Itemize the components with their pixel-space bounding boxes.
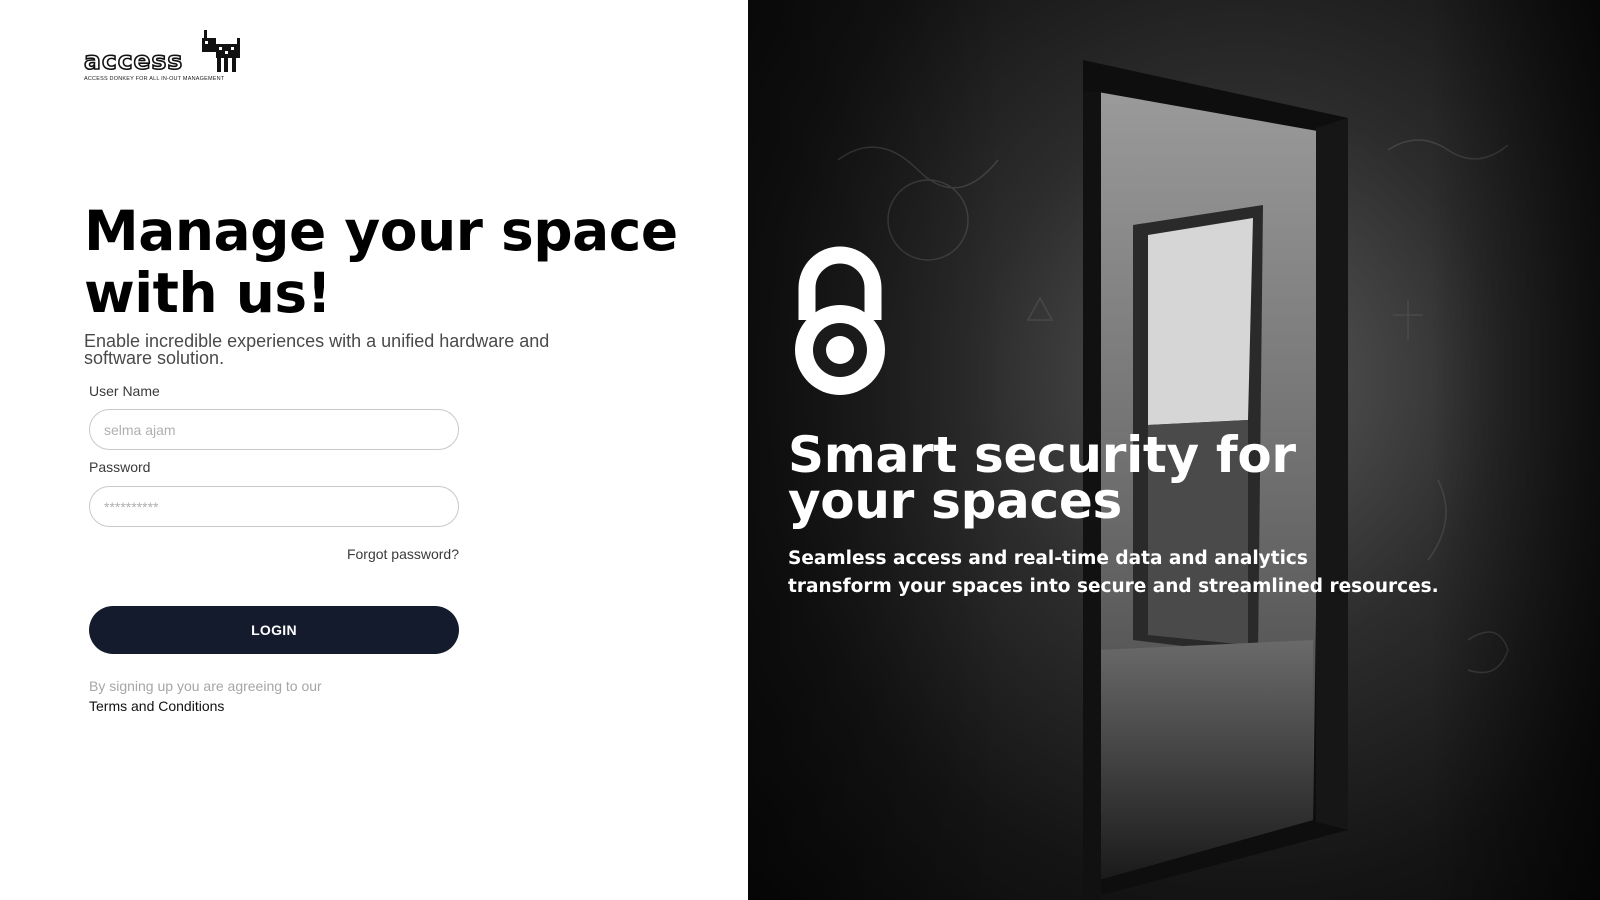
login-panel: access ACCESS DONKEY FOR ALL IN-OUT MANA… <box>0 0 748 900</box>
hero-subtitle: Seamless access and real-time data and a… <box>788 545 1488 601</box>
username-label: User Name <box>89 383 160 399</box>
hero-title-line-2: your spaces <box>788 472 1122 530</box>
page-subtitle: Enable incredible experiences with a uni… <box>84 331 550 368</box>
donkey-icon <box>202 30 240 72</box>
hero-title: Smart security for your spaces <box>788 430 1548 526</box>
brand-tagline: ACCESS DONKEY FOR ALL IN-OUT MANAGEMENT <box>84 76 225 82</box>
hero-subtitle-line-1: Seamless access and real-time data and a… <box>788 548 1308 569</box>
username-input[interactable] <box>89 409 459 450</box>
page-title-line-1: Manage your space <box>84 199 678 263</box>
hero-subtitle-line-2: transform your spaces into secure and st… <box>788 576 1439 597</box>
page-title: Manage your space with us! <box>84 200 684 324</box>
login-button[interactable]: LOGIN <box>89 606 459 654</box>
forgot-password-link[interactable]: Forgot password? <box>300 546 459 562</box>
agreement-text: By signing up you are agreeing to our <box>89 678 322 694</box>
password-label: Password <box>89 459 151 475</box>
lock-icon <box>795 246 885 395</box>
hero-panel: Smart security for your spaces Seamless … <box>748 0 1600 900</box>
password-input[interactable] <box>89 486 459 527</box>
brand-logo: access ACCESS DONKEY FOR ALL IN-OUT MANA… <box>83 28 244 86</box>
terms-link[interactable]: Terms and Conditions <box>89 698 224 714</box>
page-title-line-2: with us! <box>84 261 332 325</box>
brand-name: access <box>83 45 184 76</box>
